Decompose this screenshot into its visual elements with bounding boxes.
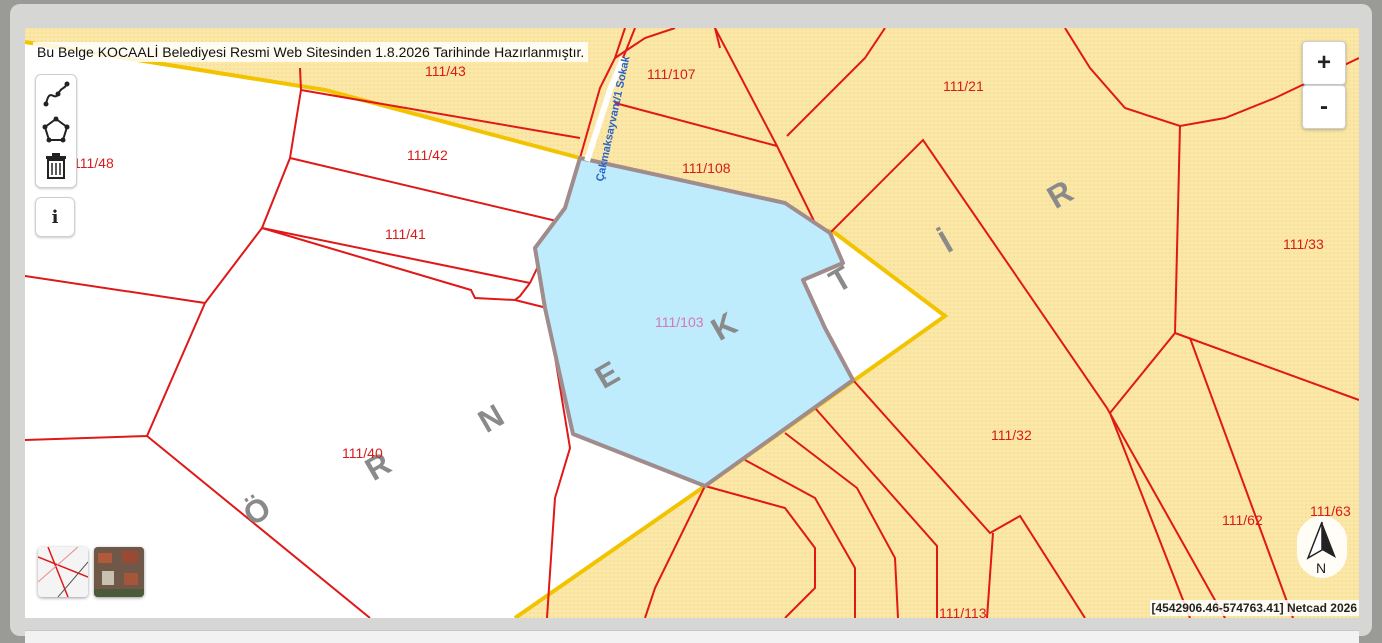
polygon-draw-button[interactable]	[38, 113, 74, 147]
neighborhood-letter-1: Ö	[237, 489, 277, 533]
parcel-label: 111/41	[385, 226, 426, 242]
map-layer-thumbnail[interactable]	[38, 547, 88, 597]
zoom-in-button[interactable]: +	[1302, 41, 1346, 85]
parcel-map[interactable]: Ö R N E K T İ R 111/43 111/107 111/21 11…	[25, 28, 1359, 618]
info-icon: i	[51, 206, 59, 228]
parcel-label: 111/107	[647, 66, 696, 82]
north-arrow: N	[1297, 516, 1347, 578]
parcel-label: 111/32	[991, 427, 1032, 443]
bottom-panel-strip	[25, 630, 1359, 643]
parcel-label: 111/48	[73, 155, 114, 171]
line-draw-icon	[43, 81, 70, 107]
parcel-label-selected: 111/103	[655, 314, 704, 330]
info-button[interactable]: i	[35, 197, 75, 237]
parcel-label: 111/40	[342, 445, 383, 461]
delete-drawing-button[interactable]	[38, 149, 74, 183]
polygon-draw-icon	[42, 116, 70, 143]
parcel-label: 111/21	[943, 78, 984, 94]
document-banner: Bu Belge KOCAALİ Belediyesi Resmi Web Si…	[33, 42, 589, 62]
neighborhood-letter-3: N	[472, 397, 510, 440]
trash-icon	[46, 153, 66, 179]
drawing-toolbar	[35, 74, 77, 188]
parcel-label: 111/62	[1222, 512, 1263, 528]
parcel-label: 111/113	[939, 605, 987, 618]
line-draw-button[interactable]	[38, 77, 74, 111]
parcel-label: 111/43	[425, 63, 466, 79]
north-label: N	[1316, 560, 1327, 576]
parcel-label: 111/108	[682, 160, 731, 176]
map-viewport[interactable]: Ö R N E K T İ R 111/43 111/107 111/21 11…	[25, 28, 1359, 618]
coordinate-readout: [4542906.46-574763.41] Netcad 2026	[1149, 600, 1359, 616]
satellite-layer-thumbnail[interactable]	[94, 547, 144, 597]
zoom-out-button[interactable]: -	[1302, 85, 1346, 129]
parcel-label: 111/42	[407, 147, 448, 163]
parcel-label: 111/33	[1283, 236, 1324, 252]
